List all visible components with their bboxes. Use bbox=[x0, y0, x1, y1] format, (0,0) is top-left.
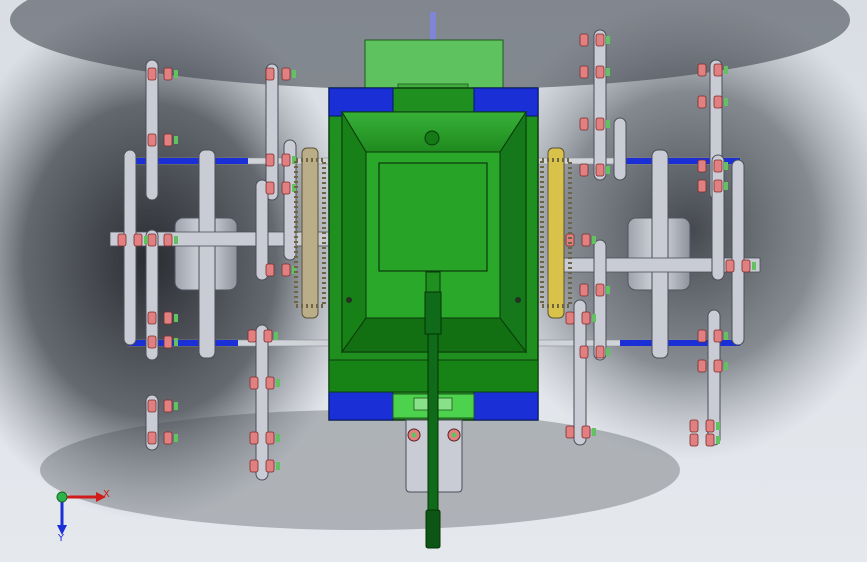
right-plate[interactable] bbox=[651, 149, 669, 359]
cad-viewport[interactable]: X Y bbox=[0, 0, 867, 562]
hopper-left-wall bbox=[341, 110, 367, 354]
left-link-7[interactable] bbox=[123, 149, 137, 346]
hopper-right-wall bbox=[499, 110, 527, 354]
hopper-inner-panel bbox=[378, 162, 488, 272]
rod-bottom-blue-left bbox=[128, 340, 238, 346]
left-link-3[interactable] bbox=[265, 63, 279, 201]
left-link-5[interactable] bbox=[255, 324, 269, 481]
right-link-7[interactable] bbox=[613, 117, 627, 181]
axis-x-label: X bbox=[103, 489, 110, 500]
corner-block-bottom-right bbox=[473, 391, 539, 421]
right-link-4[interactable] bbox=[711, 154, 725, 281]
corner-block-bottom-left bbox=[328, 391, 394, 421]
right-link-0[interactable] bbox=[593, 29, 607, 181]
right-link-1[interactable] bbox=[593, 239, 607, 361]
top-mount-stub bbox=[430, 12, 436, 40]
bolt-hole-left bbox=[346, 297, 352, 303]
left-plate[interactable] bbox=[198, 149, 216, 359]
bolt-hole-right bbox=[515, 297, 521, 303]
hopper-top-hole bbox=[424, 130, 440, 146]
left-link-0[interactable] bbox=[145, 59, 159, 201]
right-link-6[interactable] bbox=[731, 159, 745, 346]
axis-y-label: Y bbox=[57, 533, 65, 544]
